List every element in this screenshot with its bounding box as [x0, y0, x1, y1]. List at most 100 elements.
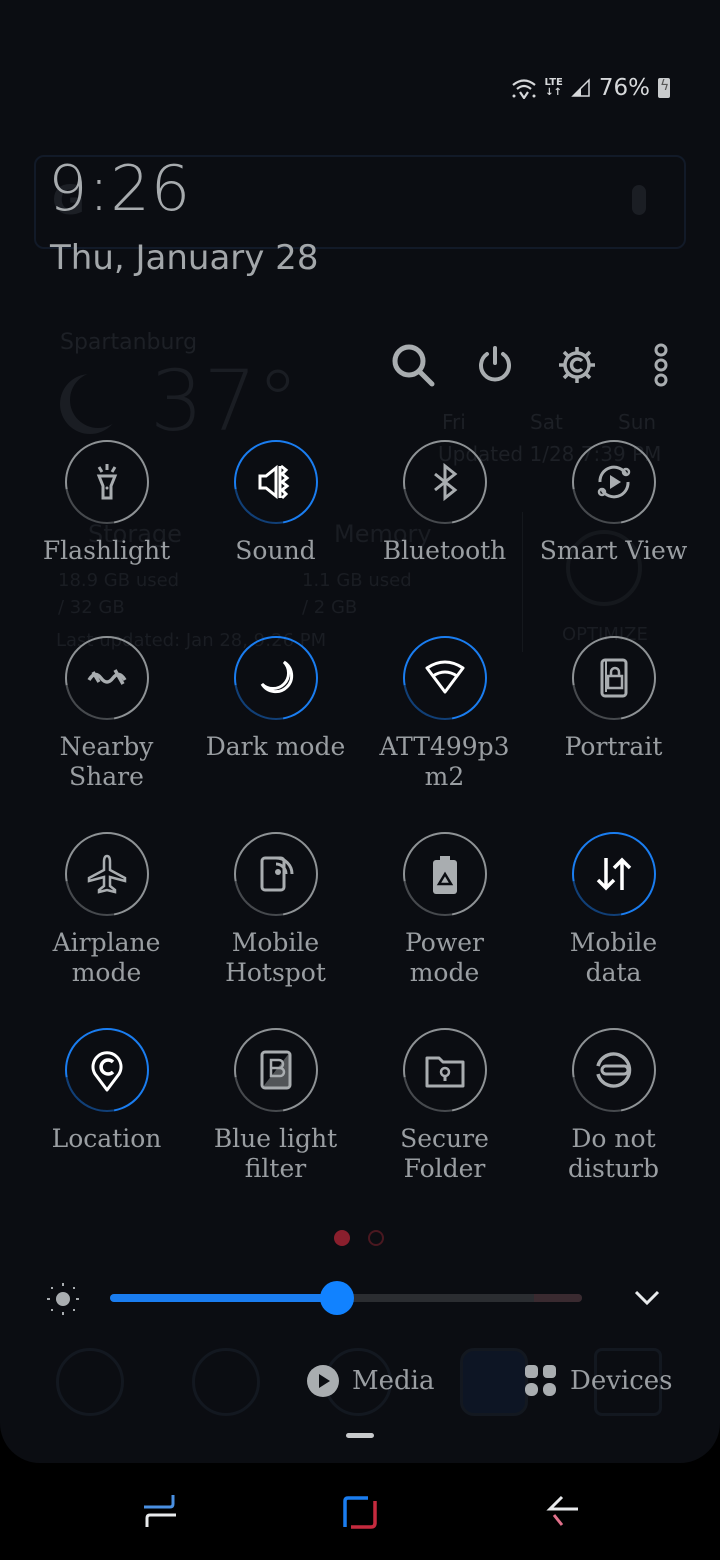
tile-toggle[interactable]	[571, 832, 656, 916]
tile-toggle[interactable]	[402, 832, 487, 916]
smart-view-icon	[597, 465, 630, 499]
tile-toggle[interactable]	[402, 1028, 487, 1112]
tile-toggle[interactable]	[402, 636, 487, 720]
page-dot-active[interactable]	[334, 1230, 350, 1246]
battery-recycle-icon	[432, 856, 457, 894]
brightness-slider-tail	[534, 1294, 582, 1302]
tile-label: Airplane mode	[52, 928, 161, 987]
power-button[interactable]	[470, 340, 520, 390]
tile-mobile-data[interactable]: Mobile data	[529, 832, 698, 988]
tile-label: Smart View	[539, 536, 688, 565]
bg-forecast-day: Sat	[530, 410, 563, 434]
tile-toggle[interactable]	[64, 636, 149, 720]
tile-label: Portrait	[564, 732, 663, 761]
tile-label: Nearby Share	[59, 732, 154, 791]
home-button[interactable]	[338, 1491, 382, 1535]
tile-label: Flashlight	[42, 536, 171, 565]
page-dot[interactable]	[368, 1230, 384, 1246]
bg-forecast-day: Fri	[442, 410, 466, 434]
tile-toggle[interactable]	[571, 440, 656, 524]
tile-toggle[interactable]	[233, 440, 318, 524]
do-not-disturb-icon	[595, 1052, 631, 1088]
media-button[interactable]: Media	[306, 1362, 434, 1400]
tile-toggle[interactable]	[64, 832, 149, 916]
gear-icon	[559, 347, 595, 383]
tile-dark-mode[interactable]: Dark mode	[191, 636, 360, 762]
power-icon	[479, 346, 511, 382]
recents-button[interactable]	[138, 1491, 182, 1535]
tile-att499p3-m2[interactable]: ATT499p3 m2	[360, 636, 529, 792]
tile-bluetooth[interactable]: Bluetooth	[360, 440, 529, 566]
tile-label: Bluetooth	[382, 536, 507, 565]
tile-label: ATT499p3 m2	[379, 732, 510, 791]
wifi-icon	[425, 660, 464, 694]
back-button[interactable]	[540, 1491, 584, 1535]
tile-label: Power mode	[404, 928, 484, 987]
tile-toggle[interactable]	[64, 440, 149, 524]
tile-label: Blue light filter	[213, 1124, 338, 1183]
brightness-slider-thumb[interactable]	[319, 1281, 354, 1315]
tile-label: Dark mode	[205, 732, 346, 761]
tile-label: Location	[51, 1124, 162, 1153]
tile-toggle[interactable]	[233, 1028, 318, 1112]
secure-folder-icon	[425, 1056, 464, 1088]
location-pin-icon	[91, 1051, 122, 1092]
quick-actions-bar	[0, 340, 720, 390]
tile-mobile-hotspot[interactable]: Mobile Hotspot	[191, 832, 360, 988]
tile-toggle[interactable]	[571, 1028, 656, 1112]
data-arrows-icon	[596, 857, 631, 891]
search-button[interactable]	[388, 340, 438, 390]
hotspot-icon	[260, 856, 293, 892]
tile-sound[interactable]: Sound	[191, 440, 360, 566]
network-type: LTE ↓↑	[544, 77, 563, 98]
bg-storage-used: 18.9 GB used	[58, 570, 180, 591]
play-circle-icon	[307, 1365, 339, 1397]
flashlight-icon	[96, 464, 117, 500]
brightness-icon	[47, 1283, 79, 1315]
bg-messenger-icon	[192, 1348, 260, 1416]
tile-blue-light-filter[interactable]: Blue light filter	[191, 1028, 360, 1184]
clock-date[interactable]: Thu, January 28	[50, 238, 318, 278]
battery-charging-icon	[658, 78, 670, 98]
tile-nearby-share[interactable]: Nearby Share	[22, 636, 191, 792]
bg-memory-total: / 2 GB	[302, 597, 358, 618]
page-indicator	[334, 1230, 384, 1246]
wifi-icon	[511, 79, 536, 99]
tile-location[interactable]: Location	[22, 1028, 191, 1154]
tile-toggle[interactable]	[233, 832, 318, 916]
tile-label: Mobile data	[569, 928, 658, 987]
tile-portrait[interactable]: Portrait	[529, 636, 698, 762]
tile-power-mode[interactable]: Power mode	[360, 832, 529, 988]
tile-toggle[interactable]	[233, 636, 318, 720]
clock-time[interactable]: 9:26	[48, 152, 191, 225]
media-label: Media	[352, 1366, 435, 1396]
tile-secure-folder[interactable]: Secure Folder	[360, 1028, 529, 1184]
tile-toggle[interactable]	[571, 636, 656, 720]
tile-label: Secure Folder	[400, 1124, 489, 1183]
brightness-slider-fill	[110, 1294, 337, 1302]
rotation-lock-icon	[600, 658, 627, 698]
nearby-share-icon	[86, 669, 127, 685]
battery-percent: 76%	[598, 75, 650, 101]
bg-storage-total: / 32 GB	[58, 597, 125, 618]
devices-button[interactable]: Devices	[524, 1362, 673, 1400]
more-options-button[interactable]	[636, 340, 686, 390]
tile-smart-view[interactable]: Smart View	[529, 440, 698, 566]
tile-toggle[interactable]	[64, 1028, 149, 1112]
devices-label: Devices	[570, 1366, 673, 1396]
status-bar: LTE ↓↑ 76%	[511, 72, 670, 104]
brightness-slider[interactable]	[110, 1281, 582, 1315]
tile-do-not-disturb[interactable]: Do not disturb	[529, 1028, 698, 1184]
bg-messages-icon	[460, 1348, 528, 1416]
tile-toggle[interactable]	[402, 440, 487, 524]
blue-light-filter-icon	[260, 1050, 291, 1090]
tile-airplane-mode[interactable]: Airplane mode	[22, 832, 191, 988]
tile-label: Mobile Hotspot	[225, 928, 326, 987]
settings-button[interactable]	[552, 340, 602, 390]
tile-label: Do not disturb	[568, 1124, 659, 1183]
sound-icon	[258, 464, 289, 500]
expand-chevron-icon[interactable]	[630, 1284, 664, 1312]
panel-drag-handle[interactable]	[346, 1433, 374, 1438]
tile-flashlight[interactable]: Flashlight	[22, 440, 191, 566]
devices-grid-icon	[525, 1365, 556, 1396]
